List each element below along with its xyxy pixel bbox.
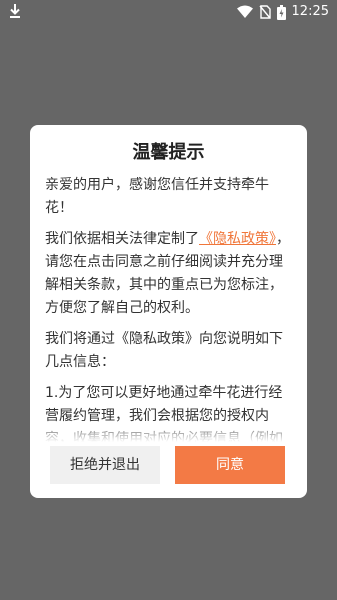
reject-exit-button[interactable]: 拒绝并退出 xyxy=(50,446,160,484)
status-bar: 12:25 xyxy=(0,0,337,24)
content-fade xyxy=(30,420,307,442)
intro-paragraph: 我们将通过《隐私政策》向您说明如下几点信息： xyxy=(45,331,283,370)
policy-paragraph: 我们依据相关法律定制了《隐私政策》，请您在点击同意之前仔细阅读并充分理解相关条款… xyxy=(45,228,295,320)
wifi-icon xyxy=(236,5,253,18)
status-icons: 12:25 xyxy=(236,3,329,21)
dialog-content[interactable]: 亲爱的用户，感谢您信任并支持牵牛花！ 我们依据相关法律定制了《隐私政策》，请您在… xyxy=(45,174,295,442)
status-time: 12:25 xyxy=(291,4,329,19)
agree-button[interactable]: 同意 xyxy=(175,446,285,484)
greeting-text: 亲爱的用户，感谢您信任并支持牵牛花！ xyxy=(45,177,269,216)
privacy-policy-link[interactable]: 《隐私政策》 xyxy=(199,231,276,247)
dialog-title: 温馨提示 xyxy=(132,142,205,163)
no-sim-icon xyxy=(258,5,271,19)
download-icon xyxy=(10,4,20,18)
privacy-dialog: 温馨提示 亲爱的用户，感谢您信任并支持牵牛花！ 我们依据相关法律定制了《隐私政策… xyxy=(30,125,307,498)
policy-text-before: 我们依据相关法律定制了 xyxy=(45,231,199,247)
battery-icon xyxy=(276,4,286,20)
